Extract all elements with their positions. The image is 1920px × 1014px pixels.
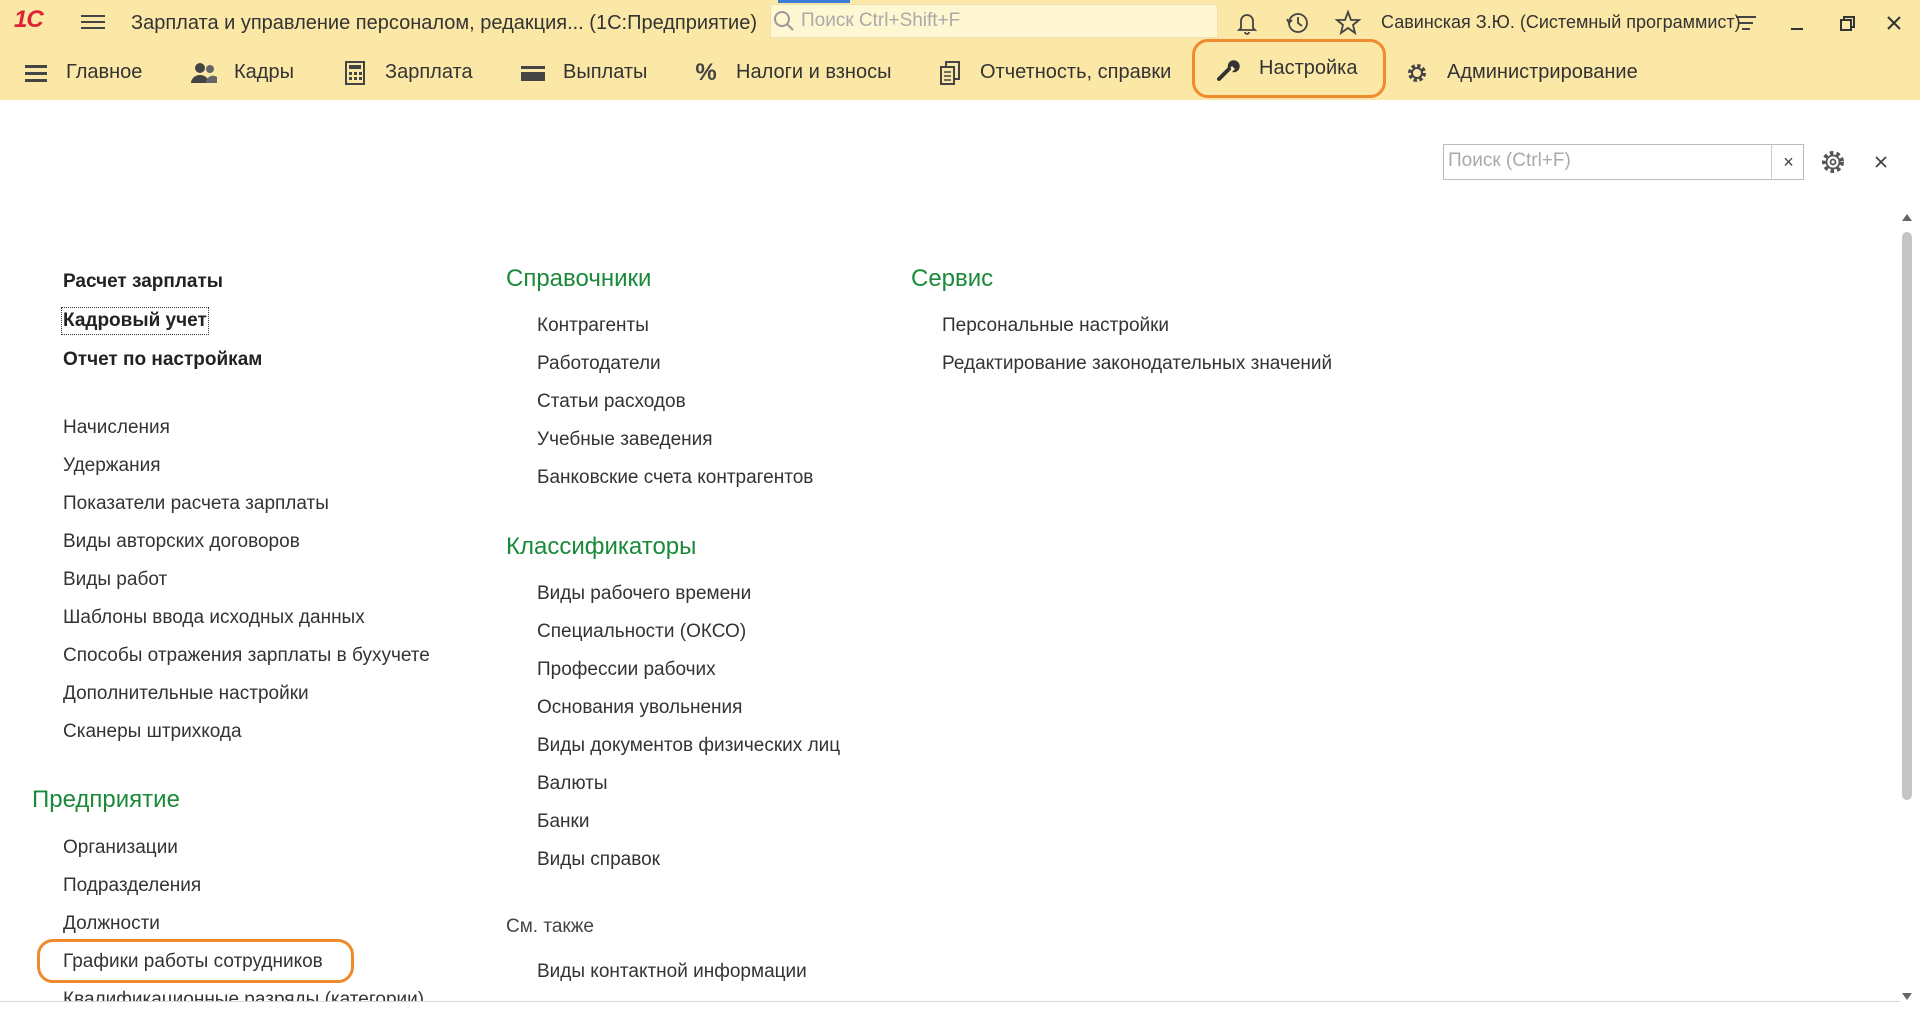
menu-item-label: Главное	[66, 61, 143, 83]
menu-item-label: Выплаты	[563, 61, 648, 83]
link-employers[interactable]: Работодатели	[537, 352, 661, 376]
menu-item-label: Налоги и взносы	[736, 61, 892, 83]
link-salary-indicators[interactable]: Показатели расчета зарплаты	[63, 492, 329, 516]
minimize-icon[interactable]	[1782, 8, 1812, 38]
search-clear-button[interactable]: ×	[1771, 144, 1805, 180]
calculator-icon	[341, 59, 369, 87]
link-positions[interactable]: Должности	[63, 912, 160, 936]
search-icon	[774, 11, 794, 31]
global-search-input[interactable]	[801, 9, 1201, 33]
link-additional-settings[interactable]: Дополнительные настройки	[63, 682, 309, 706]
menu-item-hr[interactable]: Кадры	[190, 45, 294, 100]
highlight-frame	[37, 939, 354, 983]
link-worker-professions[interactable]: Профессии рабочих	[537, 658, 716, 682]
people-icon	[190, 59, 218, 87]
menu-item-admin[interactable]: Администрирование	[1403, 45, 1638, 100]
link-personal-settings[interactable]: Персональные настройки	[942, 314, 1169, 338]
wrench-icon	[1215, 55, 1243, 83]
menu-item-payments[interactable]: Выплаты	[519, 45, 647, 100]
link-accruals[interactable]: Начисления	[63, 416, 170, 440]
link-qualification-grades[interactable]: Квалификационные разряды (категории)	[63, 988, 424, 1001]
menu-item-main[interactable]: Главное	[22, 45, 142, 100]
app-logo[interactable]: 1С	[14, 6, 44, 34]
link-working-time-types[interactable]: Виды рабочего времени	[537, 582, 751, 606]
link-certificate-types[interactable]: Виды справок	[537, 848, 660, 872]
menu-item-settings[interactable]: Настройка	[1192, 39, 1386, 98]
section-heading-classifiers: Классификаторы	[506, 533, 697, 560]
link-dismissal-reasons[interactable]: Основания увольнения	[537, 696, 742, 720]
link-counterparties[interactable]: Контрагенты	[537, 314, 649, 338]
close-icon[interactable]	[1879, 8, 1909, 38]
link-banks[interactable]: Банки	[537, 810, 589, 834]
link-deductions[interactable]: Удержания	[63, 454, 160, 478]
link-work-types[interactable]: Виды работ	[63, 568, 167, 592]
link-hr-accounting[interactable]: Кадровый учет	[61, 307, 209, 335]
link-settings-report[interactable]: Отчет по настройкам	[63, 348, 262, 372]
link-organizations[interactable]: Организации	[63, 836, 178, 860]
link-legislative-values[interactable]: Редактирование законодательных значений	[942, 352, 1332, 376]
star-icon[interactable]	[1333, 8, 1363, 38]
menu-item-salary[interactable]: Зарплата	[341, 45, 473, 100]
app-title: Зарплата и управление персоналом, редакц…	[131, 12, 757, 34]
wallet-icon	[519, 59, 547, 87]
link-author-contracts[interactable]: Виды авторских договоров	[63, 530, 300, 554]
content-pane	[0, 100, 1920, 1014]
gear-icon	[1403, 59, 1431, 87]
percent-icon: %	[695, 58, 717, 86]
menu-item-label: Отчетность, справки	[980, 61, 1172, 83]
scrollbar-thumb[interactable]	[1902, 232, 1912, 800]
menu-item-label: Настройка	[1259, 57, 1358, 79]
gear-icon[interactable]	[1818, 147, 1848, 177]
documents-icon	[936, 59, 964, 87]
link-educational-institutions[interactable]: Учебные заведения	[537, 428, 713, 452]
link-expense-items[interactable]: Статьи расходов	[537, 390, 686, 414]
section-heading-service: Сервис	[911, 265, 994, 292]
section-heading-see-also: См. также	[506, 916, 594, 937]
section-heading-references: Справочники	[506, 265, 652, 292]
close-panel-icon[interactable]	[1868, 149, 1894, 175]
history-icon[interactable]	[1283, 8, 1313, 38]
bell-icon[interactable]	[1232, 8, 1262, 38]
menu-item-label: Кадры	[234, 61, 294, 83]
search-focus-accent	[778, 0, 850, 3]
link-specialties-okso[interactable]: Специальности (ОКСО)	[537, 620, 746, 644]
link-counterparty-bank-accounts[interactable]: Банковские счета контрагентов	[537, 466, 813, 490]
restore-icon[interactable]	[1832, 8, 1862, 38]
section-heading-enterprise: Предприятие	[32, 786, 180, 813]
menu-item-label: Зарплата	[385, 61, 473, 83]
panel-search-input[interactable]	[1448, 148, 1758, 174]
main-menu-bar: Главное Кадры Зарплата Выплаты % Налоги …	[0, 39, 1920, 101]
link-currencies[interactable]: Валюты	[537, 772, 608, 796]
link-input-templates[interactable]: Шаблоны ввода исходных данных	[63, 606, 365, 630]
link-accounting-methods[interactable]: Способы отражения зарплаты в бухучете	[63, 644, 430, 668]
settings-lines-icon[interactable]	[1731, 8, 1761, 38]
current-user[interactable]: Савинская З.Ю. (Системный программист)	[1381, 12, 1741, 33]
link-contact-info-types[interactable]: Виды контактной информации	[537, 960, 807, 984]
menu-item-reports[interactable]: Отчетность, справки	[936, 45, 1171, 100]
menu-item-label: Администрирование	[1447, 61, 1638, 83]
link-barcode-scanners[interactable]: Сканеры штрихкода	[63, 720, 242, 744]
menu-icon[interactable]	[81, 11, 105, 31]
hamburger-icon	[22, 59, 50, 87]
link-departments[interactable]: Подразделения	[63, 874, 201, 898]
divider	[0, 1001, 1900, 1002]
link-salary-calc[interactable]: Расчет зарплаты	[63, 270, 223, 294]
menu-item-taxes[interactable]: % Налоги и взносы	[692, 45, 891, 100]
link-personal-document-types[interactable]: Виды документов физических лиц	[537, 734, 840, 758]
